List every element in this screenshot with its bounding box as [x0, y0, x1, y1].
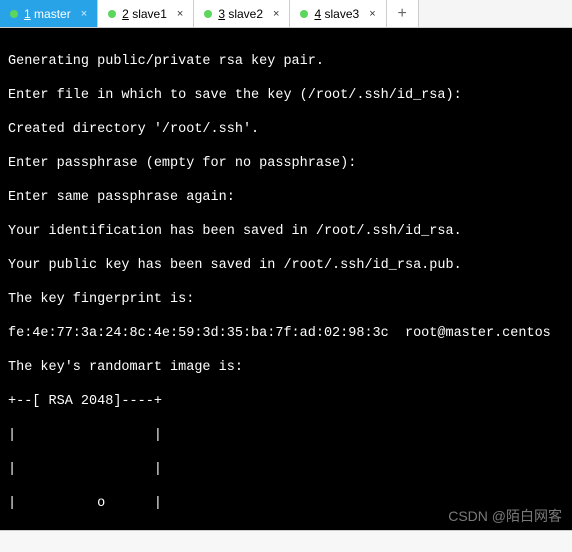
terminal-line: +--[ RSA 2048]----+: [8, 393, 564, 410]
tab-slave2[interactable]: 3 slave2 ×: [194, 0, 290, 27]
status-dot-icon: [10, 10, 18, 18]
status-dot-icon: [204, 10, 212, 18]
close-icon[interactable]: ×: [273, 8, 279, 20]
tab-master[interactable]: 1 master ×: [0, 0, 98, 27]
terminal-line: | o |: [8, 495, 564, 512]
tab-number: 2 slave1: [122, 7, 167, 21]
terminal-line: fe:4e:77:3a:24:8c:4e:59:3d:35:ba:7f:ad:0…: [8, 325, 564, 342]
terminal-line: Enter same passphrase again:: [8, 189, 564, 206]
close-icon[interactable]: ×: [177, 8, 183, 20]
add-tab-button[interactable]: +: [387, 0, 419, 27]
close-icon[interactable]: ×: [369, 8, 375, 20]
terminal-line: Enter file in which to save the key (/ro…: [8, 87, 564, 104]
terminal-output[interactable]: Generating public/private rsa key pair. …: [0, 28, 572, 530]
tab-number: 3 slave2: [218, 7, 263, 21]
terminal-line: Your identification has been saved in /r…: [8, 223, 564, 240]
terminal-line: | . o . |: [8, 529, 564, 530]
tab-slave1[interactable]: 2 slave1 ×: [98, 0, 194, 27]
terminal-line: The key fingerprint is:: [8, 291, 564, 308]
tab-slave3[interactable]: 4 slave3 ×: [290, 0, 386, 27]
tab-number: 1 master: [24, 7, 71, 21]
tab-number: 4 slave3: [314, 7, 359, 21]
tab-bar: 1 master × 2 slave1 × 3 slave2 × 4 slave…: [0, 0, 572, 28]
status-dot-icon: [108, 10, 116, 18]
status-dot-icon: [300, 10, 308, 18]
terminal-line: | |: [8, 427, 564, 444]
terminal-line: | |: [8, 461, 564, 478]
terminal-line: Created directory '/root/.ssh'.: [8, 121, 564, 138]
terminal-line: Your public key has been saved in /root/…: [8, 257, 564, 274]
status-bar: [0, 530, 572, 552]
terminal-line: The key's randomart image is:: [8, 359, 564, 376]
terminal-line: Generating public/private rsa key pair.: [8, 53, 564, 70]
terminal-line: Enter passphrase (empty for no passphras…: [8, 155, 564, 172]
close-icon[interactable]: ×: [81, 8, 87, 20]
